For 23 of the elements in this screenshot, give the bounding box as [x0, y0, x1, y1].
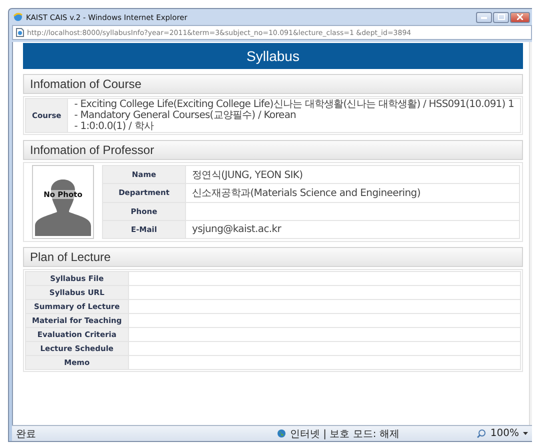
caret-icon[interactable]	[523, 432, 528, 435]
row-value: 정연식(JUNG, YEON SIK)	[192, 170, 303, 181]
close-icon	[517, 14, 523, 20]
course-detail: - Mandatory General Courses(교양필수) / Korean	[74, 110, 297, 121]
close-button[interactable]	[510, 12, 530, 22]
section-heading: Infomation of Course	[23, 74, 523, 94]
zoom-level[interactable]: 100%	[490, 428, 519, 439]
row-value: ysjung@kaist.ac.kr	[192, 224, 282, 235]
course-detail: - Exciting College Life(Exciting College Life)신나는 대학생활(신나는 대학생활) / HSS091(10.091) 1	[74, 99, 514, 110]
section-heading: Infomation of Professor	[23, 140, 523, 160]
security-zone: 인터넷 | 보호 모드: 해제	[290, 428, 400, 440]
status-text: 완료	[16, 428, 36, 440]
maximize-icon	[498, 14, 504, 20]
maximize-button[interactable]	[493, 12, 509, 22]
browser-icon	[13, 12, 23, 22]
zoom-icon[interactable]	[477, 429, 486, 438]
globe-icon	[276, 429, 286, 438]
page-title: Syllabus	[23, 43, 523, 69]
course-detail: - 1:0:0.0(1) / 학사	[74, 121, 155, 132]
row-value: 신소재공학과(Materials Science and Engineering)	[192, 188, 420, 199]
page-icon	[16, 28, 24, 37]
section-heading: Plan of Lecture	[23, 247, 523, 267]
minimize-button[interactable]	[476, 12, 492, 22]
